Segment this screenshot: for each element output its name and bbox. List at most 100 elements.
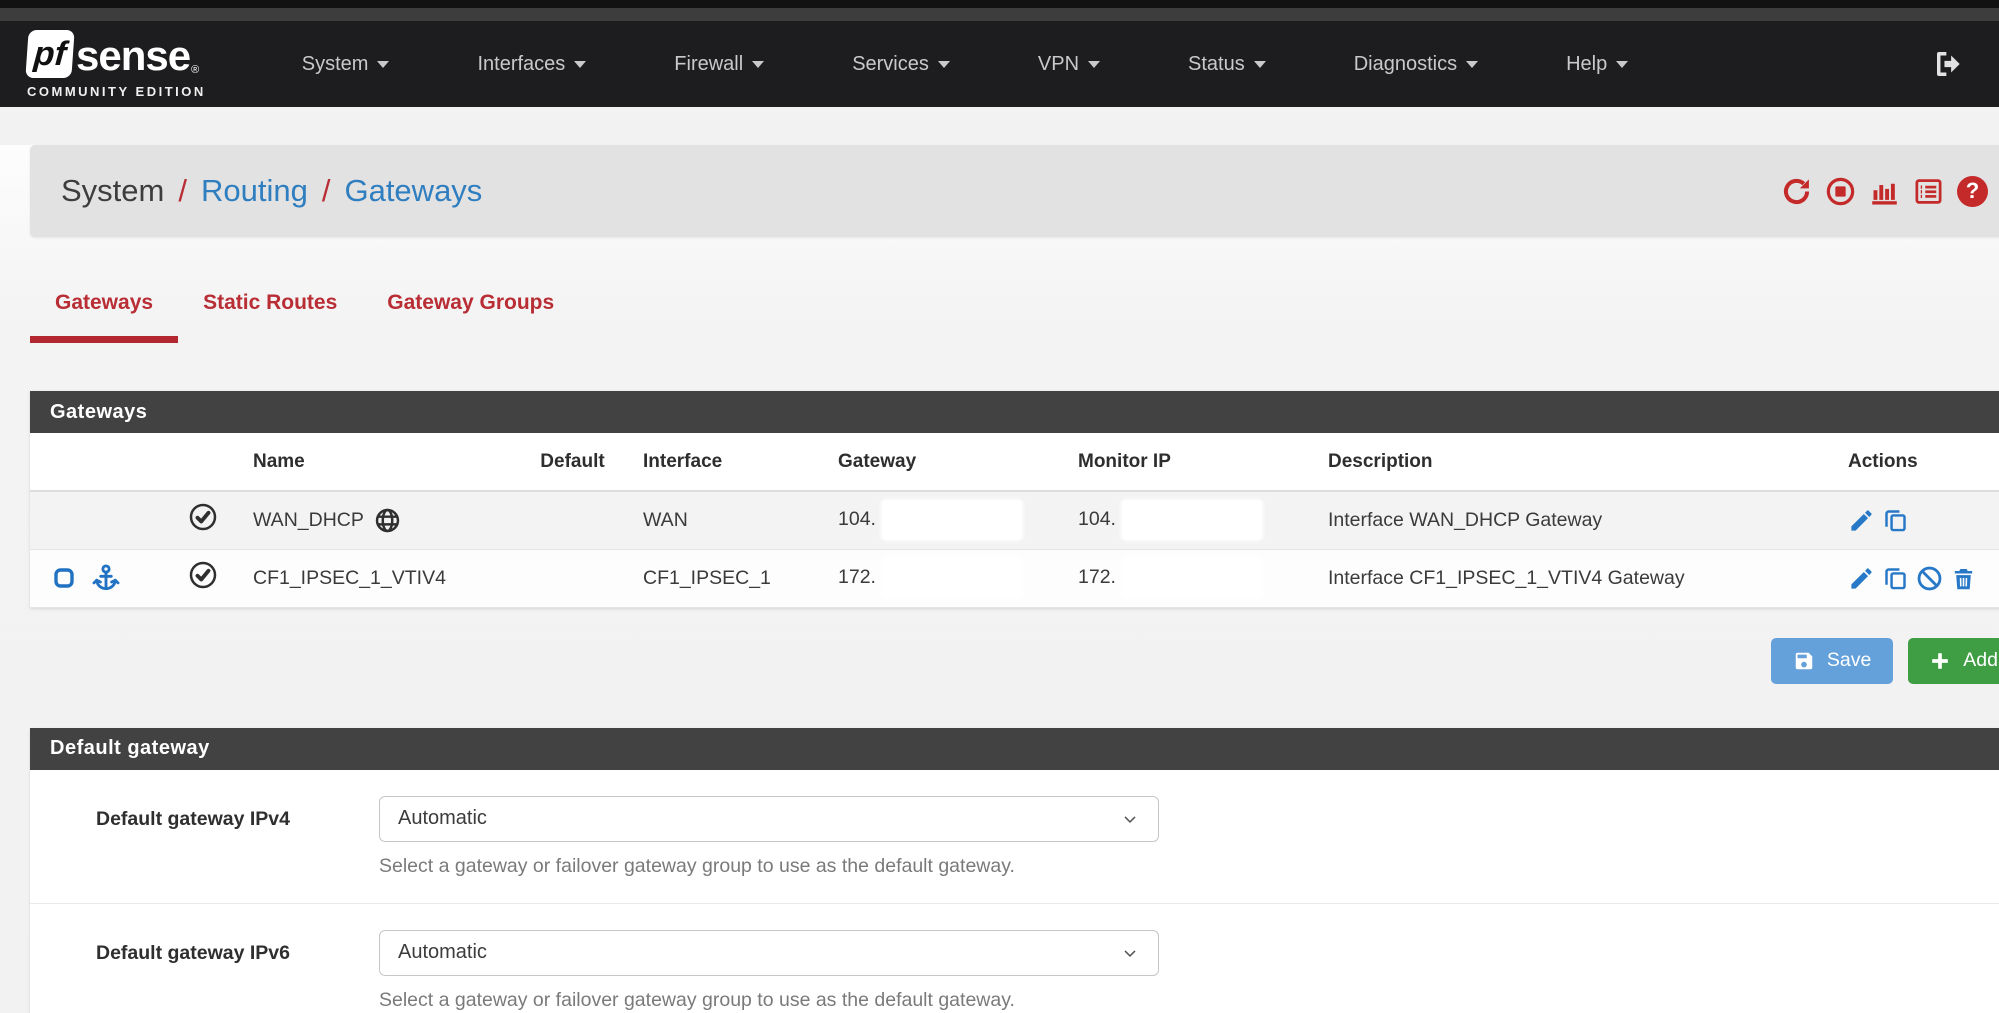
- tab-gateways[interactable]: Gateways: [30, 291, 178, 343]
- field-help-text: Select a gateway or failover gateway gro…: [379, 989, 1159, 1012]
- nav-item-services[interactable]: Services: [852, 53, 950, 76]
- breadcrumb: System / Routing / Gateways: [30, 145, 1999, 237]
- disable-icon[interactable]: [1916, 565, 1943, 592]
- selected-option: Automatic: [398, 941, 487, 964]
- default-cell: [520, 549, 625, 607]
- nav-item-label: Help: [1566, 53, 1607, 76]
- default-gateway-ipv4-label: Default gateway IPv4: [96, 796, 366, 878]
- nav-item-interfaces[interactable]: Interfaces: [477, 53, 586, 76]
- default-gateway-ipv6-select[interactable]: Automatic: [379, 930, 1159, 976]
- col-actions: Actions: [1830, 433, 1999, 491]
- sign-out-icon: [1933, 48, 1965, 80]
- list-icon[interactable]: [1913, 176, 1944, 207]
- select-square-icon[interactable]: [52, 566, 76, 590]
- edit-icon[interactable]: [1848, 565, 1875, 592]
- trash-icon[interactable]: [1950, 565, 1977, 592]
- nav-item-label: Interfaces: [477, 53, 565, 76]
- breadcrumb-system: System: [61, 173, 164, 209]
- redacted-ip: [882, 558, 1022, 598]
- pfsense-logo[interactable]: pf sense ® COMMUNITY EDITION: [27, 30, 206, 99]
- nav-item-help[interactable]: Help: [1566, 53, 1628, 76]
- bar-chart-icon[interactable]: [1869, 176, 1900, 207]
- chevron-down-icon: [1120, 943, 1140, 963]
- nav-item-label: Status: [1188, 53, 1245, 76]
- default-gateway-ipv6-row: Default gateway IPv6 Automatic Select a …: [30, 903, 1999, 1013]
- copy-icon[interactable]: [1882, 565, 1909, 592]
- chevron-down-icon: [1616, 61, 1628, 68]
- chevron-down-icon: [1120, 809, 1140, 829]
- logo-registered-mark: ®: [191, 64, 199, 76]
- nav-item-label: System: [302, 53, 369, 76]
- redacted-ip: [1122, 500, 1262, 540]
- chevron-down-icon: [377, 61, 389, 68]
- nav-item-system[interactable]: System: [302, 53, 390, 76]
- plus-icon: [1929, 650, 1951, 672]
- default-gateway-panel-title: Default gateway: [30, 728, 1999, 770]
- breadcrumb-separator: /: [178, 173, 187, 209]
- globe-icon: [374, 507, 401, 534]
- stop-circle-icon[interactable]: [1825, 176, 1856, 207]
- save-button-label: Save: [1827, 649, 1871, 672]
- refresh-icon[interactable]: [1781, 176, 1812, 207]
- window-titlebar-strip: [0, 8, 1999, 21]
- tab-bar: Gateways Static Routes Gateway Groups: [30, 291, 1999, 343]
- table-header-row: Name Default Interface Gateway Monitor I…: [30, 433, 1999, 491]
- main-navbar: pf sense ® COMMUNITY EDITION System Inte…: [0, 21, 1999, 107]
- nav-menu: System Interfaces Firewall Services VPN …: [302, 53, 1628, 76]
- logout-button[interactable]: [1933, 48, 1965, 80]
- anchor-icon: [91, 563, 121, 593]
- nav-item-firewall[interactable]: Firewall: [674, 53, 764, 76]
- gateway-ip: 104.: [838, 508, 876, 530]
- nav-item-status[interactable]: Status: [1188, 53, 1266, 76]
- logo-sense-text: sense: [76, 34, 190, 78]
- col-gateway: Gateway: [820, 433, 1060, 491]
- table-row: CF1_IPSEC_1_VTIV4 CF1_IPSEC_1 172. 172. …: [30, 549, 1999, 607]
- tab-static-routes[interactable]: Static Routes: [178, 291, 362, 343]
- question-circle-icon[interactable]: ?: [1957, 176, 1988, 207]
- chevron-down-icon: [1254, 61, 1266, 68]
- table-row: WAN_DHCP: [30, 491, 1999, 549]
- check-circle-icon: [188, 502, 218, 532]
- default-gateway-ipv6-label: Default gateway IPv6: [96, 930, 366, 1012]
- field-help-text: Select a gateway or failover gateway gro…: [379, 855, 1159, 878]
- default-gateway-ipv4-select[interactable]: Automatic: [379, 796, 1159, 842]
- gateway-name: CF1_IPSEC_1_VTIV4: [235, 549, 520, 607]
- chevron-down-icon: [752, 61, 764, 68]
- edit-icon[interactable]: [1848, 507, 1875, 534]
- nav-item-diagnostics[interactable]: Diagnostics: [1354, 53, 1478, 76]
- gateways-panel-title: Gateways: [30, 391, 1999, 433]
- nav-item-vpn[interactable]: VPN: [1038, 53, 1100, 76]
- add-button-label: Add: [1963, 649, 1998, 672]
- description-cell: Interface WAN_DHCP Gateway: [1310, 491, 1830, 549]
- window-top-edge: [0, 0, 1999, 8]
- table-button-row: Save Add: [30, 638, 1999, 684]
- interface-cell: CF1_IPSEC_1: [625, 549, 820, 607]
- chevron-down-icon: [1088, 61, 1100, 68]
- redacted-ip: [1122, 558, 1262, 598]
- selected-option: Automatic: [398, 807, 487, 830]
- description-cell: Interface CF1_IPSEC_1_VTIV4 Gateway: [1310, 549, 1830, 607]
- copy-icon[interactable]: [1882, 507, 1909, 534]
- breadcrumb-routing-link[interactable]: Routing: [201, 173, 308, 209]
- tab-gateway-groups[interactable]: Gateway Groups: [362, 291, 579, 343]
- gateways-panel: Gateways Name Default Interface Gateway …: [30, 391, 1999, 608]
- add-button[interactable]: Add: [1908, 638, 1999, 684]
- col-name: Name: [235, 433, 520, 491]
- monitor-ip: 104.: [1078, 508, 1116, 530]
- check-circle-icon: [188, 560, 218, 590]
- default-gateway-panel: Default gateway Default gateway IPv4 Aut…: [30, 728, 1999, 1013]
- nav-item-label: Services: [852, 53, 929, 76]
- save-icon: [1793, 650, 1815, 672]
- chevron-down-icon: [1466, 61, 1478, 68]
- default-gateway-ipv4-row: Default gateway IPv4 Automatic Select a …: [30, 770, 1999, 903]
- logo-edition-text: COMMUNITY EDITION: [27, 84, 206, 99]
- save-button[interactable]: Save: [1771, 638, 1893, 684]
- breadcrumb-separator: /: [322, 173, 331, 209]
- breadcrumb-gateways-link[interactable]: Gateways: [344, 173, 482, 209]
- interface-cell: WAN: [625, 491, 820, 549]
- col-monitor-ip: Monitor IP: [1060, 433, 1310, 491]
- pf-logo-box: pf: [25, 30, 74, 78]
- nav-item-label: VPN: [1038, 53, 1079, 76]
- default-cell: [520, 491, 625, 549]
- nav-item-label: Diagnostics: [1354, 53, 1457, 76]
